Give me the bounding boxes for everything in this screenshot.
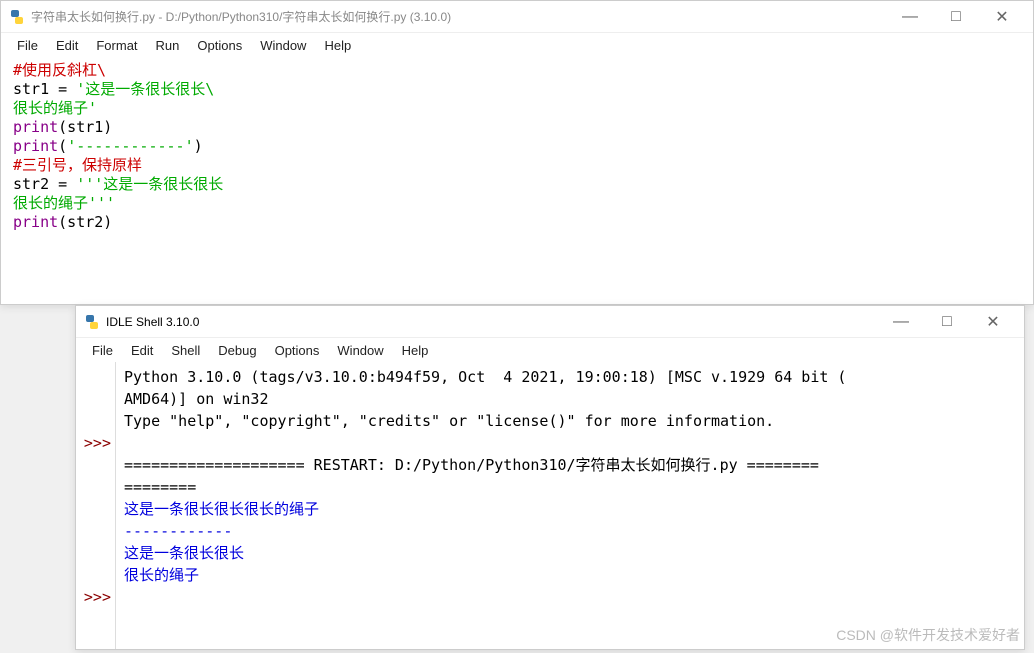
python-file-icon xyxy=(84,314,100,330)
blank-prompt xyxy=(76,520,111,542)
output-line: ------------ xyxy=(124,522,232,540)
banner-line: Python 3.10.0 (tags/v3.10.0:b494f59, Oct… xyxy=(124,368,846,386)
prompt: >>> xyxy=(76,586,111,608)
banner-line: Type "help", "copyright", "credits" or "… xyxy=(124,412,774,430)
restart-line: ======== xyxy=(124,478,196,496)
menu-options[interactable]: Options xyxy=(189,36,250,55)
blank-prompt xyxy=(76,454,111,476)
shell-title: IDLE Shell 3.10.0 xyxy=(106,315,878,329)
prompt: >>> xyxy=(76,432,111,454)
code-string: '这是一条很长很长\ xyxy=(76,80,214,98)
output-line: 这是一条很长很长 xyxy=(124,544,244,562)
close-button[interactable]: ✕ xyxy=(970,308,1016,336)
menu-file[interactable]: File xyxy=(9,36,46,55)
menu-window[interactable]: Window xyxy=(329,341,391,360)
blank-prompt xyxy=(76,410,111,432)
maximize-button[interactable]: □ xyxy=(924,308,970,336)
blank-prompt xyxy=(76,542,111,564)
menu-debug[interactable]: Debug xyxy=(210,341,264,360)
editor-titlebar: 字符串太长如何换行.py - D:/Python/Python310/字符串太长… xyxy=(1,1,1033,33)
blank-prompt xyxy=(76,366,111,388)
editor-window: 字符串太长如何换行.py - D:/Python/Python310/字符串太长… xyxy=(0,0,1034,305)
code-token: (str2) xyxy=(58,213,112,231)
banner-line: AMD64)] on win32 xyxy=(124,390,269,408)
menu-run[interactable]: Run xyxy=(148,36,188,55)
code-builtin: print xyxy=(13,213,58,231)
code-string: '''这是一条很长很长 xyxy=(76,175,223,193)
output-line: 这是一条很长很长很长的绳子 xyxy=(124,500,319,518)
watermark: CSDN @软件开发技术爱好者 xyxy=(836,625,1020,645)
menu-file[interactable]: File xyxy=(84,341,121,360)
code-string: 很长的绳子' xyxy=(13,99,97,117)
menu-edit[interactable]: Edit xyxy=(123,341,161,360)
menu-window[interactable]: Window xyxy=(252,36,314,55)
output-line: 很长的绳子 xyxy=(124,566,199,584)
minimize-button[interactable]: — xyxy=(887,3,933,31)
prompt-gutter: >>> >>> xyxy=(76,362,116,649)
maximize-button[interactable]: □ xyxy=(933,3,979,31)
restart-line: ==================== RESTART: D:/Python/… xyxy=(124,456,819,474)
code-comment: #三引号，保持原样 xyxy=(13,156,142,174)
code-builtin: print xyxy=(13,118,58,136)
editor-title: 字符串太长如何换行.py - D:/Python/Python310/字符串太长… xyxy=(31,8,887,25)
menu-shell[interactable]: Shell xyxy=(163,341,208,360)
minimize-button[interactable]: — xyxy=(878,308,924,336)
shell-body[interactable]: >>> >>> Python 3.10.0 (tags/v3.10.0:b494… xyxy=(76,362,1024,649)
code-builtin: print xyxy=(13,137,58,155)
code-token: str2 xyxy=(13,175,58,193)
menu-edit[interactable]: Edit xyxy=(48,36,86,55)
editor-menubar: File Edit Format Run Options Window Help xyxy=(1,33,1033,57)
menu-help[interactable]: Help xyxy=(394,341,437,360)
code-token: str1 xyxy=(13,80,58,98)
editor-code-area[interactable]: #使用反斜杠\ str1 = '这是一条很长很长\ 很长的绳子' print(s… xyxy=(1,57,1033,304)
blank-prompt xyxy=(76,564,111,586)
blank-prompt xyxy=(76,388,111,410)
code-string: 很长的绳子''' xyxy=(13,194,115,212)
python-file-icon xyxy=(9,9,25,25)
menu-options[interactable]: Options xyxy=(267,341,328,360)
code-token: ) xyxy=(194,137,203,155)
shell-menubar: File Edit Shell Debug Options Window Hel… xyxy=(76,338,1024,362)
menu-format[interactable]: Format xyxy=(88,36,145,55)
code-token: = xyxy=(58,175,76,193)
code-token: ( xyxy=(58,137,67,155)
code-token: (str1) xyxy=(58,118,112,136)
code-comment: #使用反斜杠\ xyxy=(13,61,106,79)
close-button[interactable]: ✕ xyxy=(979,3,1025,31)
blank-prompt xyxy=(76,476,111,498)
window-controls: — □ ✕ xyxy=(887,3,1025,31)
shell-window: IDLE Shell 3.10.0 — □ ✕ File Edit Shell … xyxy=(75,305,1025,650)
code-string: '------------' xyxy=(67,137,193,155)
code-token: = xyxy=(58,80,76,98)
shell-output: Python 3.10.0 (tags/v3.10.0:b494f59, Oct… xyxy=(116,362,1024,649)
blank-prompt xyxy=(76,498,111,520)
shell-titlebar: IDLE Shell 3.10.0 — □ ✕ xyxy=(76,306,1024,338)
menu-help[interactable]: Help xyxy=(316,36,359,55)
window-controls: — □ ✕ xyxy=(878,308,1016,336)
